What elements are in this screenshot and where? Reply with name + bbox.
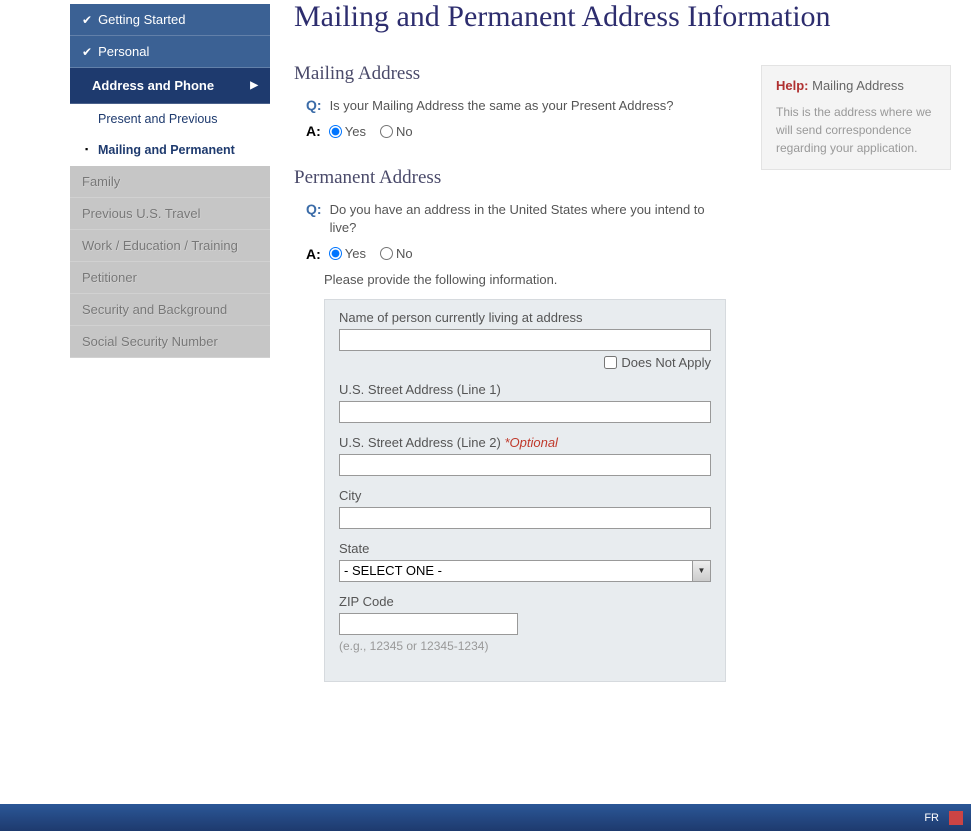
main-content: Mailing and Permanent Address Informatio… [270, 0, 971, 682]
dropdown-arrow-icon: ▼ [692, 561, 710, 581]
help-label: Help: [776, 78, 809, 93]
street-line2-input[interactable] [339, 454, 711, 476]
nav-label: Address and Phone [92, 78, 214, 93]
mailing-yes-option[interactable]: Yes [329, 124, 366, 139]
name-label: Name of person currently living at addre… [339, 310, 711, 325]
nav-label: Personal [98, 44, 149, 59]
nav-label: Getting Started [98, 12, 185, 27]
radio-label: Yes [345, 124, 366, 139]
nav-label: Family [82, 174, 120, 189]
help-panel: Help: Mailing Address This is the addres… [761, 65, 951, 170]
nav-label: Petitioner [82, 270, 137, 285]
nav-label: Work / Education / Training [82, 238, 238, 253]
check-icon: ✔ [82, 45, 92, 59]
nav-petitioner: Petitioner [70, 262, 270, 294]
a-prefix: A: [306, 123, 321, 139]
nav-ssn: Social Security Number [70, 326, 270, 358]
line2-label: U.S. Street Address (Line 2) *Optional [339, 435, 711, 450]
city-input[interactable] [339, 507, 711, 529]
nav-family: Family [70, 166, 270, 198]
section-mailing-title: Mailing Address [294, 63, 741, 85]
nav-sub-present-previous[interactable]: Present and Previous [70, 104, 270, 135]
zip-hint: (e.g., 12345 or 12345-1234) [339, 639, 711, 653]
permanent-yes-radio[interactable] [329, 247, 342, 260]
city-label: City [339, 488, 711, 503]
permanent-question: Do you have an address in the United Sta… [330, 201, 730, 237]
permanent-yes-option[interactable]: Yes [329, 246, 366, 261]
chevron-right-icon: ▶ [250, 80, 258, 91]
section-permanent-title: Permanent Address [294, 167, 741, 189]
zip-label: ZIP Code [339, 594, 711, 609]
form-column: Mailing Address Q: Is your Mailing Addre… [294, 63, 741, 682]
tray-icon[interactable] [949, 811, 963, 825]
nav-getting-started[interactable]: ✔ Getting Started [70, 4, 270, 36]
nav-sub-label: Present and Previous [98, 112, 218, 126]
help-text: This is the address where we will send c… [776, 103, 936, 157]
name-input[interactable] [339, 329, 711, 351]
nav-address-phone[interactable]: Address and Phone ▶ [70, 68, 270, 104]
mailing-question: Is your Mailing Address the same as your… [330, 97, 674, 115]
help-topic: Mailing Address [812, 78, 904, 93]
a-prefix: A: [306, 246, 321, 262]
dna-checkbox[interactable] [604, 356, 617, 369]
mailing-qa: Q: Is your Mailing Address the same as y… [306, 97, 741, 139]
permanent-no-option[interactable]: No [380, 246, 413, 261]
mailing-no-option[interactable]: No [380, 124, 413, 139]
dna-label: Does Not Apply [621, 355, 711, 370]
radio-label: Yes [345, 246, 366, 261]
nav-label: Security and Background [82, 302, 227, 317]
nav-sub-label: Mailing and Permanent [98, 143, 235, 157]
nav-label: Social Security Number [82, 334, 218, 349]
permanent-qa: Q: Do you have an address in the United … [306, 201, 741, 261]
nav-sub-mailing-permanent[interactable]: Mailing and Permanent [70, 135, 270, 166]
radio-label: No [396, 124, 413, 139]
page-title: Mailing and Permanent Address Informatio… [294, 0, 951, 33]
line1-label: U.S. Street Address (Line 1) [339, 382, 711, 397]
street-line1-input[interactable] [339, 401, 711, 423]
permanent-info-text: Please provide the following information… [324, 272, 741, 287]
nav-security-background: Security and Background [70, 294, 270, 326]
mailing-yes-radio[interactable] [329, 125, 342, 138]
taskbar: FR [0, 804, 971, 831]
nav-previous-us-travel: Previous U.S. Travel [70, 198, 270, 230]
check-icon: ✔ [82, 13, 92, 27]
permanent-no-radio[interactable] [380, 247, 393, 260]
state-selected-value: - SELECT ONE - [344, 563, 442, 578]
nav-personal[interactable]: ✔ Personal [70, 36, 270, 68]
state-select[interactable]: - SELECT ONE - ▼ [339, 560, 711, 582]
zip-input[interactable] [339, 613, 518, 635]
q-prefix: Q: [306, 97, 322, 115]
permanent-address-fields: Name of person currently living at addre… [324, 299, 726, 682]
radio-label: No [396, 246, 413, 261]
language-indicator[interactable]: FR [924, 812, 939, 824]
nav-label: Previous U.S. Travel [82, 206, 201, 221]
nav-work-education-training: Work / Education / Training [70, 230, 270, 262]
q-prefix: Q: [306, 201, 322, 237]
sidebar-nav: ✔ Getting Started ✔ Personal Address and… [70, 4, 270, 682]
state-label: State [339, 541, 711, 556]
mailing-no-radio[interactable] [380, 125, 393, 138]
